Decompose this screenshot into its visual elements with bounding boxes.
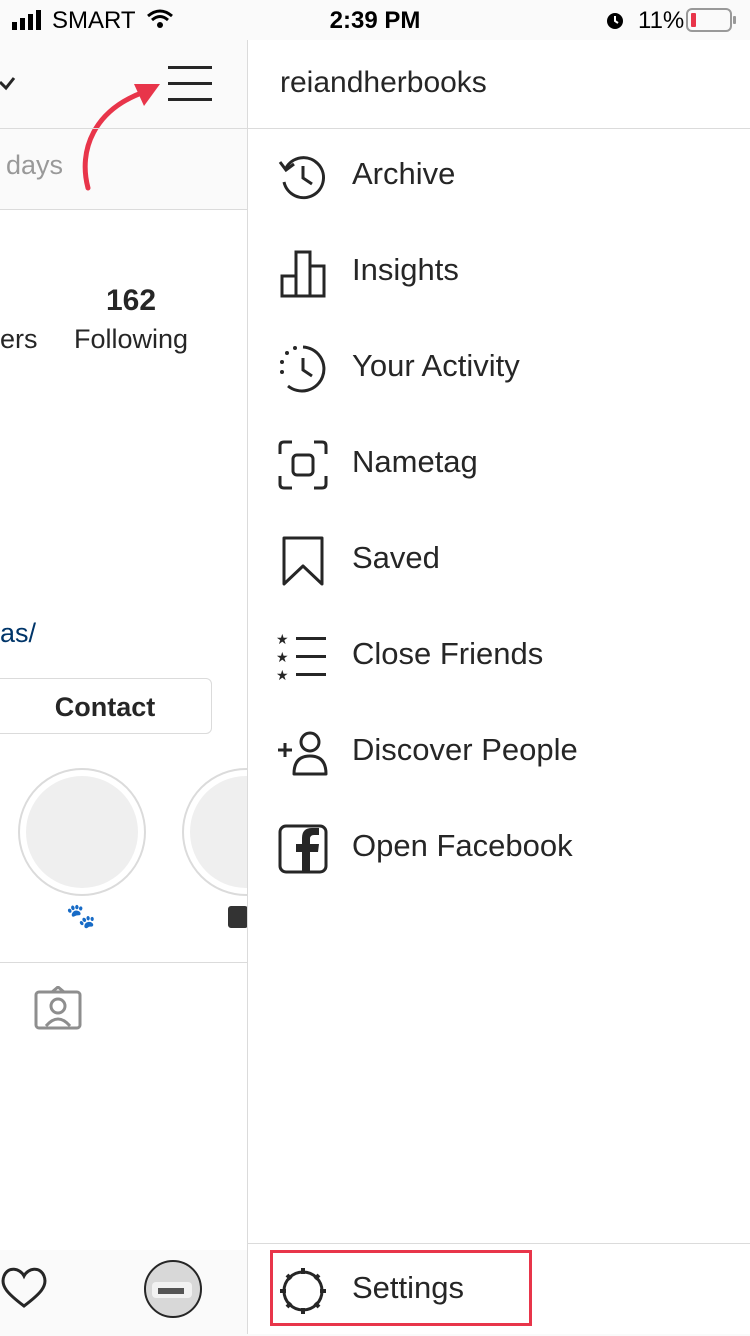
svg-text:★: ★ — [276, 631, 289, 647]
menu-item-insights[interactable]: Insights — [248, 224, 750, 320]
red-arrow-annotation — [82, 84, 160, 191]
menu-item-label: Nametag — [352, 444, 478, 479]
blank-area — [0, 1050, 247, 1250]
chevron-down-icon[interactable] — [0, 76, 16, 96]
profile-avatar[interactable] — [144, 1260, 202, 1318]
facebook-icon — [278, 824, 328, 874]
activity-icon — [280, 345, 326, 393]
story-highlight[interactable] — [18, 768, 146, 896]
drawer-username: reiandherbooks — [280, 66, 487, 99]
divider — [0, 128, 247, 129]
menu-item-label: Your Activity — [352, 348, 520, 383]
contact-button[interactable]: Contact — [0, 678, 212, 734]
menu-item-label: Open Facebook — [352, 828, 573, 863]
status-bar: SMART 2:39 PM 11% — [0, 0, 750, 40]
menu-item-saved[interactable]: Saved — [248, 512, 750, 608]
menu-item-label: Close Friends — [352, 636, 544, 671]
svg-text:★: ★ — [276, 649, 289, 665]
tagged-photos-icon[interactable] — [34, 986, 82, 1030]
menu-item-label: Archive — [352, 156, 456, 191]
menu-item-discover-people[interactable]: Discover People — [248, 704, 750, 800]
paw-prints-icon: 🐾 — [66, 903, 96, 930]
menu-item-your-activity[interactable]: Your Activity — [248, 320, 750, 416]
following-count[interactable]: 162 — [106, 284, 156, 318]
side-drawer: reiandherbooks Archive Insights Your Act… — [247, 40, 750, 1334]
highlight-emoji-icon — [228, 906, 247, 928]
menu-item-open-facebook[interactable]: Open Facebook — [248, 800, 750, 896]
menu-item-close-friends[interactable]: ★ ★ ★ Close Friends — [248, 608, 750, 704]
menu-item-label: Discover People — [352, 732, 578, 767]
alarm-icon — [607, 13, 623, 29]
add-person-icon — [278, 731, 328, 776]
insights-icon — [280, 250, 326, 298]
heart-icon[interactable] — [0, 1266, 48, 1310]
menu-item-label: Insights — [352, 252, 459, 287]
svg-text:★: ★ — [276, 667, 289, 683]
bookmark-icon — [282, 536, 324, 586]
followers-label[interactable]: ers — [0, 324, 38, 355]
hamburger-menu-icon[interactable] — [168, 64, 212, 104]
archive-icon — [278, 156, 325, 200]
menu-item-nametag[interactable]: Nametag — [248, 416, 750, 512]
bio-link[interactable]: as/ — [0, 618, 36, 649]
divider — [0, 962, 247, 963]
menu-item-archive[interactable]: Archive — [248, 128, 750, 224]
highlight-box — [270, 1250, 532, 1326]
days-text: days — [6, 150, 64, 180]
battery-icon — [686, 8, 736, 32]
following-label[interactable]: Following — [74, 324, 188, 355]
menu-item-label: Saved — [352, 540, 440, 575]
close-friends-icon: ★ ★ ★ — [276, 631, 326, 683]
profile-panel: days 162 ers Following as/ Contact 🐾 — [0, 40, 247, 1334]
battery-percent: 11% — [638, 7, 685, 34]
nametag-icon — [278, 440, 328, 490]
